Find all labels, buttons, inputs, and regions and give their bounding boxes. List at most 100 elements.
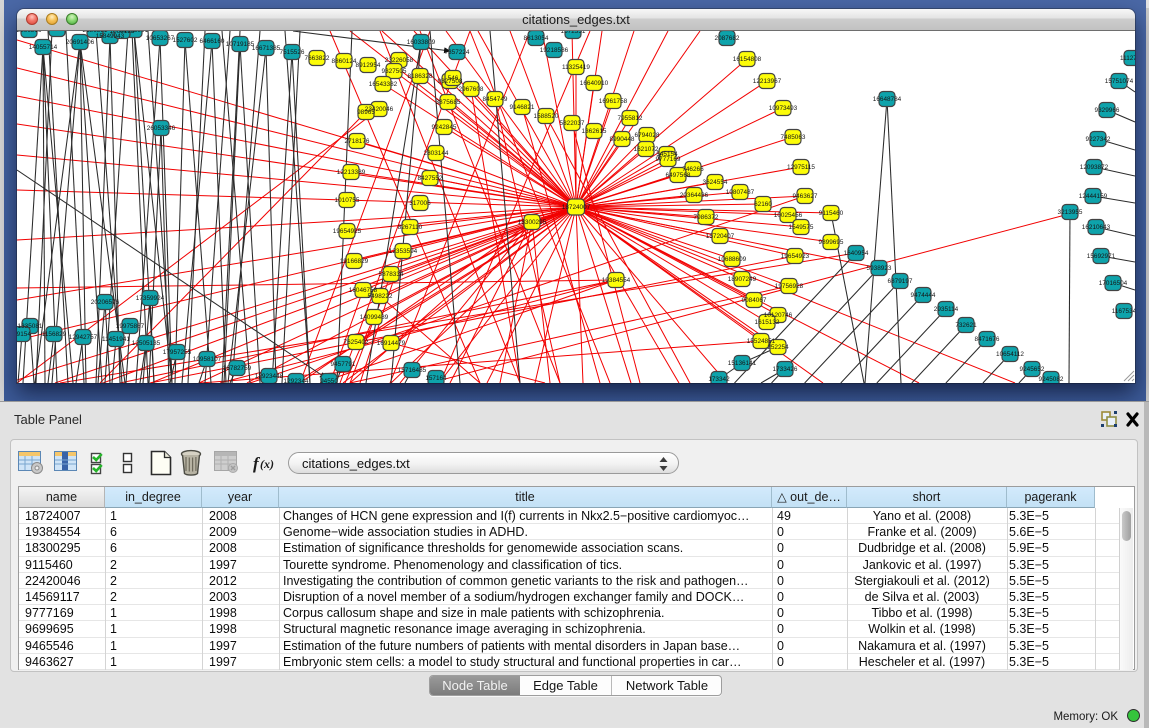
svg-text:3624554: 3624554 (703, 179, 728, 186)
svg-text:9899695: 9899695 (819, 239, 844, 246)
svg-text:9457791: 9457791 (331, 361, 356, 368)
svg-text:7663822: 7663822 (305, 55, 330, 62)
svg-text:15720407: 15720407 (706, 233, 735, 240)
svg-text:9146821: 9146821 (510, 104, 535, 111)
svg-text:1615132: 1615132 (755, 319, 780, 326)
svg-text:8267110: 8267110 (398, 224, 423, 231)
svg-text:10654112: 10654112 (996, 351, 1024, 358)
svg-text:18724007: 18724007 (562, 204, 591, 211)
svg-text:7485063: 7485063 (781, 134, 806, 141)
svg-text:7955812: 7955812 (618, 115, 643, 122)
svg-text:3875685: 3875685 (436, 99, 461, 106)
svg-text:16543382: 16543382 (369, 81, 398, 88)
svg-text:6879197: 6879197 (888, 278, 913, 285)
svg-text:18907249: 18907249 (728, 276, 757, 283)
svg-text:16782759: 16782759 (223, 365, 252, 372)
svg-text:11325419: 11325419 (562, 64, 590, 71)
svg-text:5878334: 5878334 (379, 271, 404, 278)
svg-text:2803144: 2803144 (424, 150, 449, 157)
svg-text:2186531: 2186531 (83, 31, 108, 34)
svg-text:157164: 157164 (425, 375, 447, 382)
svg-text:1527602: 1527602 (173, 37, 198, 44)
svg-text:9115460: 9115460 (819, 210, 844, 217)
svg-text:546: 546 (448, 75, 459, 82)
svg-text:1362615: 1362615 (582, 128, 607, 135)
svg-text:1640954: 1640954 (844, 250, 869, 257)
svg-text:15136141: 15136141 (728, 360, 757, 367)
svg-text:9245082: 9245082 (1039, 376, 1064, 383)
svg-text:12213389: 12213389 (337, 169, 366, 176)
svg-text:12353594: 12353594 (389, 248, 418, 255)
svg-text:6794028: 6794028 (635, 132, 660, 139)
svg-text:18300295: 18300295 (518, 219, 547, 226)
svg-text:20691406: 20691406 (66, 39, 95, 46)
svg-text:3213955: 3213955 (1058, 209, 1083, 216)
svg-text:1292344: 1292344 (284, 378, 309, 383)
svg-text:732621: 732621 (955, 322, 977, 329)
svg-text:7515526: 7515526 (280, 49, 305, 56)
svg-text:6497568: 6497568 (666, 172, 691, 179)
svg-text:1549575: 1549575 (789, 224, 814, 231)
svg-text:12213967: 12213967 (753, 78, 782, 85)
svg-text:16154808: 16154808 (733, 56, 762, 63)
svg-text:1010755: 1010755 (335, 197, 360, 204)
svg-text:9242845: 9242845 (432, 124, 457, 131)
svg-text:19654925: 19654925 (333, 228, 362, 235)
svg-text:19756928: 19756928 (775, 283, 804, 290)
svg-text:10120746: 10120746 (764, 312, 793, 319)
svg-text:1112733: 1112733 (1120, 55, 1135, 62)
svg-text:2718176: 2718176 (345, 138, 370, 145)
svg-text:8990448: 8990448 (610, 136, 635, 143)
svg-text:20206576: 20206576 (91, 299, 120, 306)
svg-text:16648784: 16648784 (873, 96, 902, 103)
svg-text:1588520: 1588520 (534, 113, 559, 120)
svg-text:7986372: 7986372 (694, 214, 719, 221)
svg-text:16914479: 16914479 (377, 340, 406, 347)
svg-text:19166829: 19166829 (340, 258, 369, 265)
svg-text:12505135: 12505135 (132, 340, 161, 347)
svg-text:5498222: 5498222 (368, 293, 393, 300)
svg-text:12942757: 12942757 (69, 334, 98, 341)
svg-text:10807487: 10807487 (726, 189, 755, 196)
svg-text:26053346: 26053346 (147, 125, 176, 132)
svg-text:1335081: 1335081 (18, 323, 43, 330)
svg-text:98965: 98965 (357, 109, 375, 116)
svg-text:17016504: 17016504 (1099, 280, 1128, 287)
svg-text:16671385: 16671385 (252, 45, 281, 52)
svg-text:1572351: 1572351 (561, 31, 586, 35)
svg-text:252254: 252254 (767, 344, 789, 351)
svg-text:20364436: 20364436 (680, 192, 709, 199)
svg-text:9329966: 9329966 (1095, 107, 1120, 114)
svg-text:1733426: 1733426 (773, 366, 798, 373)
svg-text:8427552: 8427552 (418, 175, 443, 182)
svg-text:7357224: 7357224 (445, 49, 470, 56)
svg-text:1621072: 1621072 (634, 146, 659, 153)
svg-text:2266316: 2266316 (17, 31, 42, 34)
svg-text:16961758: 16961758 (599, 98, 628, 105)
svg-text:1905531: 1905531 (45, 31, 70, 33)
svg-text:10973493: 10973493 (769, 105, 798, 112)
svg-text:10719185: 10719185 (226, 41, 255, 48)
svg-text:16210643: 16210643 (1082, 224, 1111, 231)
svg-text:8471676: 8471676 (975, 336, 1000, 343)
svg-text:2935114: 2935114 (934, 306, 959, 313)
svg-text:8186328: 8186328 (408, 73, 433, 80)
svg-text:15716485: 15716485 (398, 367, 427, 374)
svg-text:1063125: 1063125 (110, 31, 135, 35)
svg-text:15751074: 15751074 (1105, 78, 1134, 85)
svg-text:12975115: 12975115 (787, 164, 815, 171)
svg-text:94550: 94550 (320, 378, 338, 383)
svg-text:17957255: 17957255 (163, 349, 192, 356)
svg-text:317006: 317006 (409, 200, 431, 207)
svg-text:9245652: 9245652 (1020, 366, 1045, 373)
svg-text:62160: 62160 (754, 201, 772, 208)
svg-text:11451941: 11451941 (102, 336, 130, 343)
svg-text:1156829: 1156829 (42, 331, 67, 338)
svg-text:2087682: 2087682 (715, 35, 740, 42)
svg-text:5938923: 5938923 (867, 265, 892, 272)
svg-text:9084067: 9084067 (742, 297, 767, 304)
svg-text:10688609: 10688609 (718, 256, 747, 263)
svg-text:19654923: 19654923 (781, 253, 810, 260)
svg-text:14055714: 14055714 (29, 44, 58, 51)
svg-text:15692971: 15692971 (1087, 253, 1116, 260)
